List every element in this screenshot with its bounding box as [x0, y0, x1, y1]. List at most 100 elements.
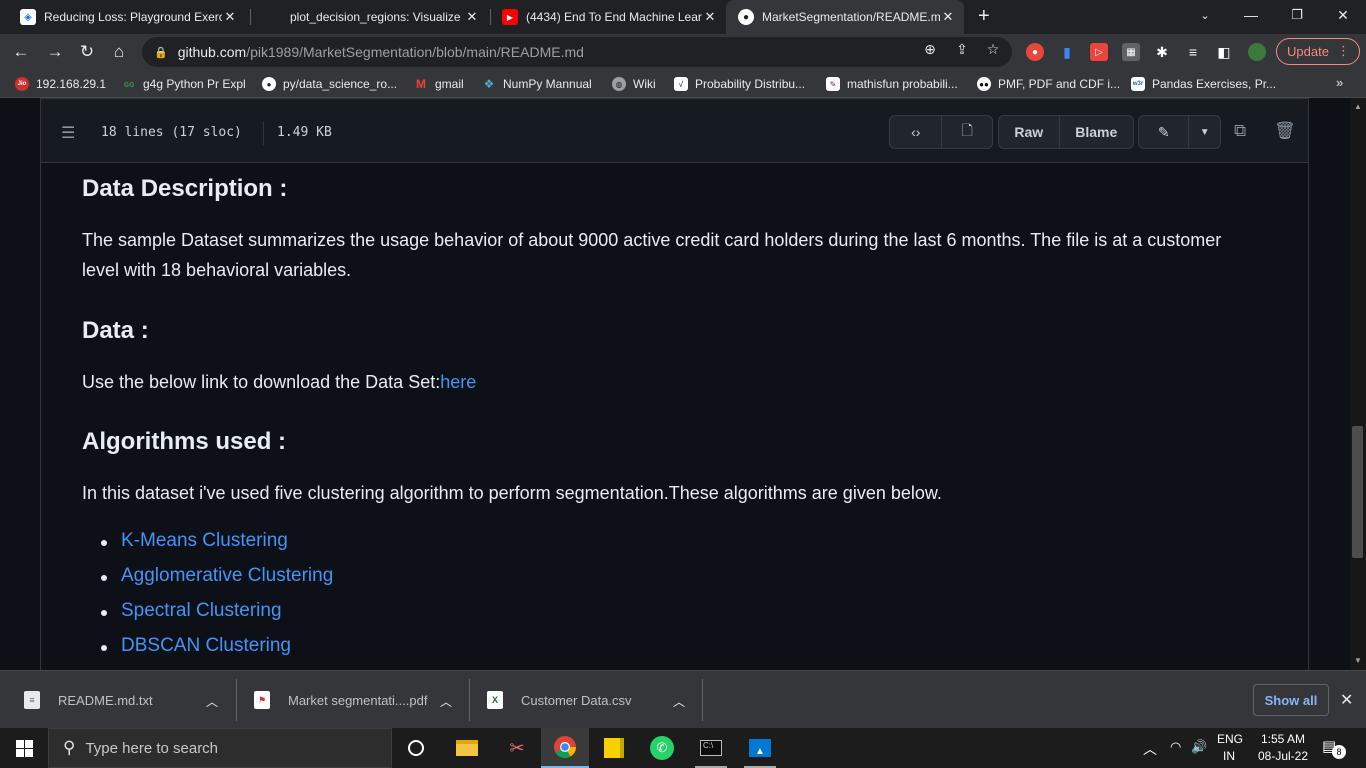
download-item-market-pdf[interactable]: ⚑ Market segmentati....pdf ︿: [254, 671, 468, 729]
volume-icon[interactable]: 🔊: [1191, 739, 1207, 755]
bookmark-pmf-pdf-cdf[interactable]: ●● PMF, PDF and CDF i...: [977, 76, 1120, 92]
close-window-button[interactable]: ✕: [1320, 0, 1366, 30]
update-button[interactable]: Update ⋮: [1276, 38, 1360, 65]
close-downloads-icon[interactable]: ✕: [1340, 690, 1353, 710]
excel-file-icon: X: [487, 691, 503, 709]
scrollbar-thumb[interactable]: [1352, 426, 1363, 558]
trello-extension-icon[interactable]: ▮: [1058, 43, 1076, 61]
edit-pencil-icon[interactable]: ✎: [1139, 116, 1188, 148]
address-bar[interactable]: 🔒 github.com/pik1989/MarketSegmentation/…: [142, 37, 1012, 67]
new-tab-button[interactable]: +: [978, 5, 990, 28]
taskbar-search-input[interactable]: ⚲ Type here to search: [48, 728, 392, 768]
close-icon[interactable]: ✕: [464, 9, 480, 25]
terminal-app[interactable]: C:\: [687, 728, 735, 768]
page-scrollbar[interactable]: ▲ ▼: [1350, 98, 1366, 670]
bookmark-wiki[interactable]: ◍ Wiki: [612, 76, 656, 92]
profile-avatar[interactable]: [1248, 43, 1266, 61]
whatsapp-icon: ✆: [650, 736, 674, 760]
copy-icon[interactable]: ⧉: [1234, 121, 1246, 141]
bookmarks-overflow-icon[interactable]: »: [1336, 75, 1343, 90]
browser-tab-strip: ◈ Reducing Loss: Playground Exerc ✕ plot…: [0, 0, 1366, 34]
algorithms-text: In this dataset i've used five clusterin…: [82, 483, 942, 503]
adblock-extension-icon[interactable]: ●: [1026, 43, 1044, 61]
tab-search-chevron-icon[interactable]: ⌄: [1182, 0, 1228, 30]
scroll-down-arrow-icon[interactable]: ▼: [1354, 656, 1362, 665]
clock[interactable]: 1:55 AM 08-Jul-22: [1258, 732, 1308, 763]
bookmark-probability-distributions[interactable]: √ Probability Distribu...: [674, 76, 805, 92]
bookmark-gmail[interactable]: M gmail: [414, 76, 464, 92]
algorithm-link-kmeans[interactable]: K-Means Clustering: [121, 530, 288, 552]
browser-toolbar: ← → ↻ ⌂ 🔒 github.com/pik1989/MarketSegme…: [0, 34, 1366, 70]
tab-plot-decision-regions[interactable]: plot_decision_regions: Visualize t ✕: [254, 0, 488, 34]
forward-button[interactable]: →: [42, 39, 68, 65]
side-panel-icon[interactable]: ◧: [1215, 43, 1233, 61]
bookmark-star-icon[interactable]: ☆: [985, 41, 1001, 58]
zoom-icon[interactable]: ⊕: [922, 41, 938, 58]
chevron-up-icon[interactable]: ︿: [440, 693, 452, 710]
bookmark-numpy[interactable]: ❖ NumPy Mannual: [482, 76, 592, 92]
task-view-button[interactable]: [392, 728, 440, 768]
algorithm-link-spectral[interactable]: Spectral Clustering: [121, 600, 282, 622]
file-size: 1.49 KB: [277, 125, 332, 140]
restore-button[interactable]: ❐: [1274, 0, 1320, 30]
minimize-button[interactable]: —: [1228, 0, 1274, 30]
more-menu-icon[interactable]: ⋮: [1337, 43, 1350, 59]
wifi-icon[interactable]: ◠: [1170, 739, 1181, 755]
algorithm-link-agglomerative[interactable]: Agglomerative Clustering: [121, 565, 333, 587]
bookmark-mathisfun[interactable]: ✎ mathisfun probabili...: [826, 76, 958, 92]
file-explorer-app[interactable]: [443, 728, 491, 768]
pdf-file-icon: ⚑: [254, 691, 270, 709]
scissors-icon: ✂: [509, 737, 525, 758]
chevron-up-icon[interactable]: ︿: [206, 693, 218, 710]
chrome-icon: [554, 736, 576, 758]
whatsapp-app[interactable]: ✆: [638, 728, 686, 768]
share-icon[interactable]: ⇪: [954, 41, 970, 58]
file-header: ☰ 18 lines (17 sloc) 1.49 KB ‹› 🗋 Raw Bl…: [40, 98, 1309, 163]
photos-app[interactable]: ▲: [736, 728, 784, 768]
scroll-up-arrow-icon[interactable]: ▲: [1354, 102, 1362, 111]
reload-button[interactable]: ↻: [74, 39, 100, 65]
chrome-app[interactable]: [541, 728, 589, 768]
cortana-circle-icon: [408, 740, 424, 756]
snipping-tool-app[interactable]: ✂: [493, 728, 541, 768]
tray-overflow-chevron-icon[interactable]: ︿: [1143, 739, 1157, 759]
w3r-icon: w3r: [1131, 77, 1145, 91]
puzzle-extensions-icon[interactable]: ✱: [1153, 43, 1171, 61]
tab-market-segmentation[interactable]: ● MarketSegmentation/README.m ✕: [726, 0, 964, 34]
close-icon[interactable]: ✕: [702, 9, 718, 25]
github-icon: ●: [262, 77, 276, 91]
home-button[interactable]: ⌂: [106, 39, 132, 65]
trash-icon[interactable]: 🗑: [1274, 121, 1296, 141]
bookmark-pandas-exercises[interactable]: w3r Pandas Exercises, Pr...: [1131, 76, 1276, 92]
start-button[interactable]: [0, 728, 48, 768]
code-view-icon[interactable]: ‹›: [890, 116, 941, 148]
chevron-up-icon[interactable]: ︿: [673, 693, 685, 710]
data-download-link[interactable]: here: [440, 372, 476, 392]
tab-youtube[interactable]: ▶ (4434) End To End Machine Learn ✕: [490, 0, 726, 34]
tab-playground[interactable]: ◈ Reducing Loss: Playground Exerc ✕: [8, 0, 246, 34]
close-icon[interactable]: ✕: [222, 9, 238, 25]
pocket-extension-icon[interactable]: ▷: [1090, 43, 1108, 61]
bookmark-g4g-python[interactable]: ɢɢ g4g Python Pr Expl: [122, 76, 246, 92]
outline-list-icon[interactable]: ☰: [61, 123, 75, 143]
reading-list-icon[interactable]: ≡: [1184, 43, 1202, 61]
chevron-down-icon[interactable]: ▼: [1188, 116, 1220, 148]
bookmark-192-168-29-1[interactable]: Jio 192.168.29.1: [15, 76, 106, 92]
close-icon[interactable]: ✕: [940, 9, 956, 25]
bookmark-py-data-science[interactable]: ● py/data_science_ro...: [262, 76, 397, 92]
language-indicator[interactable]: ENG IN: [1217, 732, 1243, 763]
edit-group: ✎ ▼: [1138, 115, 1221, 149]
sticky-notes-app[interactable]: [590, 728, 638, 768]
blame-button[interactable]: Blame: [1058, 116, 1133, 148]
download-item-customer-csv[interactable]: X Customer Data.csv ︿: [487, 671, 701, 729]
show-all-downloads-button[interactable]: Show all: [1253, 684, 1329, 716]
preview-file-icon[interactable]: 🗋: [941, 116, 992, 148]
algorithm-link-dbscan[interactable]: DBSCAN Clustering: [121, 635, 291, 657]
lock-icon[interactable]: 🔒: [154, 46, 168, 59]
search-icon: ⚲: [63, 738, 76, 757]
back-button[interactable]: ←: [8, 39, 34, 65]
extension-icon[interactable]: ▦: [1122, 43, 1140, 61]
raw-button[interactable]: Raw: [999, 116, 1059, 148]
download-item-readme[interactable]: ≡ README.md.txt ︿: [24, 671, 234, 729]
notification-center-icon[interactable]: ▤ 8: [1322, 737, 1346, 759]
